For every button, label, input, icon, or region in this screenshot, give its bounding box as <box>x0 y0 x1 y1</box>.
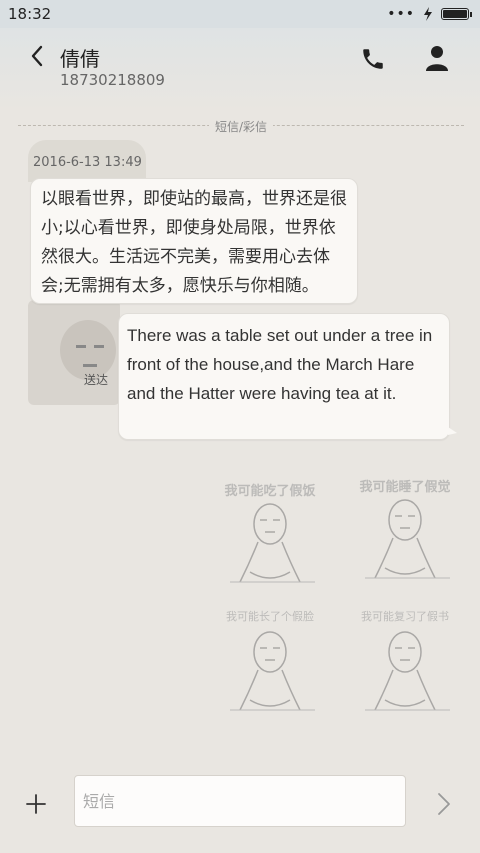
meme-caption: 我可能复习了假书 <box>361 610 449 623</box>
incoming-message-text: 以眼看世界，即使站的最高，世界还是很小;以心看世界，即使身处局限，世界依然很大。… <box>41 189 347 296</box>
status-time: 18:32 <box>8 5 52 23</box>
add-attachment-icon[interactable] <box>24 792 48 816</box>
meme-figure-icon <box>365 499 450 579</box>
status-icons: ••• <box>387 6 472 22</box>
meme-figure-icon <box>365 631 450 711</box>
outgoing-message-text: There was a table set out under a tree i… <box>127 326 433 403</box>
meme-figure-icon <box>230 631 315 711</box>
message-timestamp: 2016-6-13 13:49 <box>33 155 142 170</box>
thread-type-divider: 短信/彩信 <box>18 116 464 136</box>
wallpaper-meme-left <box>28 300 120 405</box>
battery-icon <box>441 8 472 20</box>
charging-icon <box>424 7 432 21</box>
meme-caption: 我可能睡了假觉 <box>359 480 451 495</box>
sms-input[interactable] <box>74 775 406 827</box>
call-icon[interactable] <box>360 46 386 72</box>
contact-number: 18730218809 <box>60 71 165 89</box>
incoming-message-bubble[interactable]: 以眼看世界，即使站的最高，世界还是很小;以心看世界，即使身处局限，世界依然很大。… <box>30 178 358 304</box>
more-icon: ••• <box>387 6 415 22</box>
meme-face-icon <box>60 320 116 380</box>
back-arrow-icon[interactable] <box>26 42 50 70</box>
meme-caption: 我可能吃了假饭 <box>224 484 316 499</box>
wallpaper-meme-2: 我可能睡了假觉 <box>345 476 465 596</box>
conversation-header: 倩倩 18730218809 <box>0 28 480 110</box>
delivery-status: 送达 <box>84 373 109 387</box>
outgoing-message-bubble[interactable]: There was a table set out under a tree i… <box>118 313 457 440</box>
contact-icon[interactable] <box>424 44 450 72</box>
message-composer <box>0 770 480 840</box>
status-bar: 18:32 ••• <box>0 0 480 28</box>
wallpaper-meme-3: 我可能长了个假脸 <box>210 608 330 728</box>
wallpaper-meme-1: 我可能吃了假饭 <box>210 480 330 600</box>
contact-name: 倩倩 <box>60 47 100 71</box>
send-chevron-icon[interactable] <box>434 790 454 818</box>
wallpaper-meme-4: 我可能复习了假书 <box>345 608 465 728</box>
meme-figure-icon <box>230 503 315 583</box>
thread-type-label: 短信/彩信 <box>208 120 274 134</box>
meme-caption: 我可能长了个假脸 <box>226 610 314 623</box>
